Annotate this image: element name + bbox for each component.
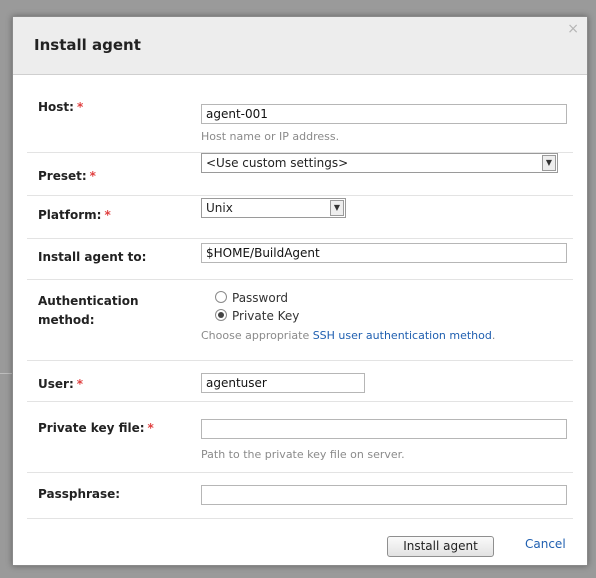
dialog-header: Install agent × xyxy=(13,17,587,75)
platform-row: Platform: * Unix ▼ xyxy=(27,196,573,239)
radio-password[interactable]: Password xyxy=(215,291,288,305)
platform-selected-value: Unix xyxy=(206,201,233,215)
platform-select[interactable]: Unix ▼ xyxy=(201,198,346,218)
preset-selected-value: <Use custom settings> xyxy=(206,156,349,170)
required-marker: * xyxy=(147,421,154,435)
required-marker: * xyxy=(76,100,84,114)
host-input[interactable]: agent-001 xyxy=(201,104,567,124)
install-to-row: Install agent to: $HOME/BuildAgent xyxy=(27,239,573,280)
private-key-hint: Path to the private key file on server. xyxy=(201,448,405,461)
dropdown-arrow-icon: ▼ xyxy=(330,200,344,216)
ssh-auth-link[interactable]: SSH user authentication method xyxy=(313,329,492,342)
host-hint: Host name or IP address. xyxy=(201,130,340,143)
user-label: User: * xyxy=(38,377,84,391)
auth-method-hint: Choose appropriate SSH user authenticati… xyxy=(201,329,496,342)
required-marker: * xyxy=(89,169,96,183)
dropdown-arrow-icon: ▼ xyxy=(542,155,556,171)
preset-row: Preset: * <Use custom settings> ▼ xyxy=(27,153,573,196)
backdrop-divider xyxy=(0,373,12,374)
private-key-label: Private key file: * xyxy=(38,421,154,435)
passphrase-label: Passphrase: xyxy=(38,487,121,501)
cancel-link[interactable]: Cancel xyxy=(525,537,566,551)
passphrase-input[interactable] xyxy=(201,485,567,505)
dialog-title: Install agent xyxy=(34,36,141,54)
preset-label: Preset: * xyxy=(38,169,96,183)
radio-icon xyxy=(215,291,227,303)
passphrase-row: Passphrase: xyxy=(27,473,573,519)
user-input[interactable]: agentuser xyxy=(201,373,365,393)
private-key-row: Private key file: * Path to the private k… xyxy=(27,402,573,473)
auth-method-row: Authentication method: Password Private K… xyxy=(27,280,573,361)
preset-select[interactable]: <Use custom settings> ▼ xyxy=(201,153,558,173)
auth-method-label: Authentication method: xyxy=(38,294,139,327)
user-row: User: * agentuser xyxy=(27,361,573,402)
install-to-label: Install agent to: xyxy=(38,250,147,264)
close-icon[interactable]: × xyxy=(567,21,579,37)
radio-private-key-label: Private Key xyxy=(232,309,300,323)
radio-password-label: Password xyxy=(232,291,289,305)
required-marker: * xyxy=(104,208,111,222)
platform-label: Platform: * xyxy=(38,208,111,222)
private-key-input[interactable] xyxy=(201,419,567,439)
radio-icon xyxy=(215,309,227,321)
host-row: Host: * agent-001 Host name or IP address… xyxy=(27,75,573,153)
install-agent-dialog: Install agent × Host: * agent-001 Host na… xyxy=(12,16,588,566)
install-to-input[interactable]: $HOME/BuildAgent xyxy=(201,243,567,263)
required-marker: * xyxy=(76,377,84,391)
radio-private-key[interactable]: Private Key xyxy=(215,309,299,323)
install-agent-button[interactable]: Install agent xyxy=(387,536,494,557)
host-label: Host: * xyxy=(38,100,84,114)
